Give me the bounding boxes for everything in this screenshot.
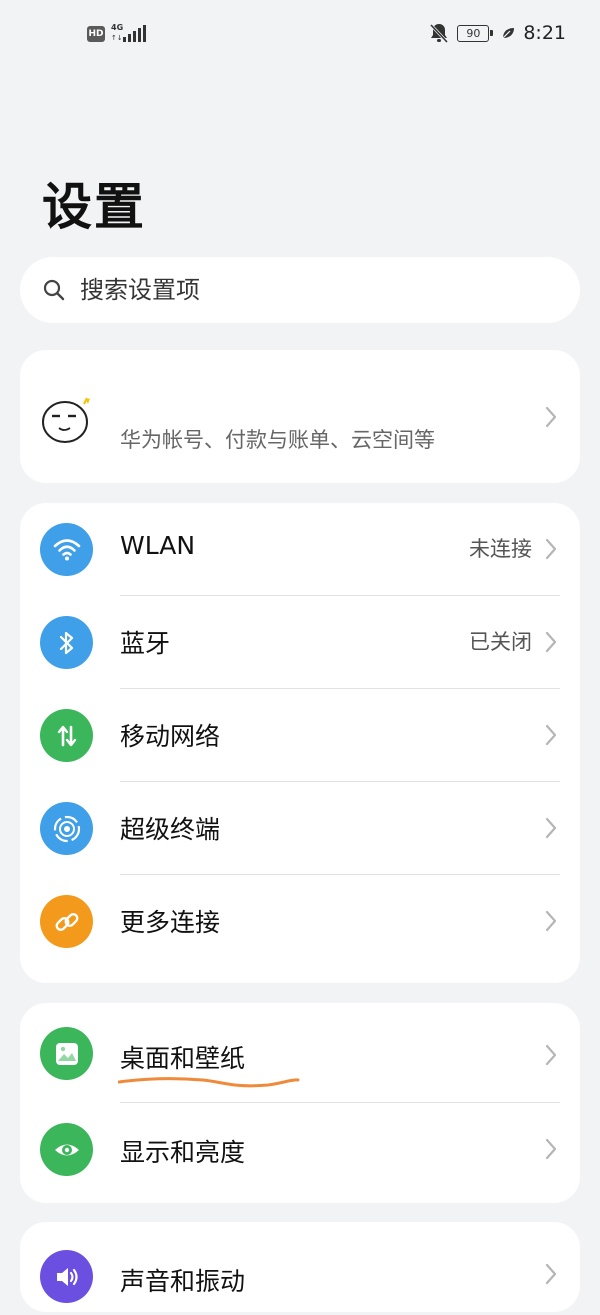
settings-item-super-device[interactable]: 超级终端 [20, 782, 580, 875]
search-bar[interactable] [20, 257, 580, 323]
chevron-right-icon [545, 910, 557, 932]
chevron-right-icon [545, 817, 557, 839]
home-wallpaper-label: 桌面和壁纸 [120, 1044, 246, 1073]
display-card: 桌面和壁纸 显示和亮度 [20, 1003, 580, 1203]
search-input[interactable] [78, 275, 522, 305]
network-type: 4G [111, 23, 124, 32]
eco-leaf-icon [502, 28, 515, 39]
wifi-icon [40, 523, 93, 576]
settings-item-mobile-network[interactable]: 移动网络 [20, 689, 580, 782]
account-description: 华为帐号、付款与账单、云空间等 [120, 428, 435, 452]
status-bar: HD 4G ↑↓ 90 8:21 [0, 0, 600, 70]
eye-icon [40, 1123, 93, 1176]
settings-item-display-brightness[interactable]: 显示和亮度 [20, 1103, 580, 1203]
page-title: 设置 [42, 178, 146, 236]
status-right: 90 8:21 [429, 22, 566, 44]
chevron-right-icon [545, 631, 557, 653]
annotation-underline [118, 1077, 300, 1088]
bluetooth-icon [40, 616, 93, 669]
link-icon [40, 895, 93, 948]
mute-icon [430, 23, 449, 44]
network-arrows: ↑↓ [111, 34, 123, 42]
signal-bars [123, 25, 146, 42]
mobile-data-icon [40, 709, 93, 762]
hd-icon: HD [87, 26, 105, 42]
chevron-right-icon [545, 538, 557, 560]
bluetooth-status: 已关闭 [469, 630, 532, 654]
display-brightness-label: 显示和亮度 [120, 1138, 246, 1167]
wlan-status: 未连接 [469, 537, 532, 561]
super-device-label: 超级终端 [120, 815, 221, 844]
signal-icon: 4G ↑↓ [111, 23, 146, 44]
avatar [42, 397, 90, 443]
bluetooth-label: 蓝牙 [120, 629, 171, 658]
chevron-right-icon [545, 1044, 557, 1066]
settings-item-wlan[interactable]: WLAN 未连接 [20, 503, 580, 596]
settings-item-more-connections[interactable]: 更多连接 [20, 875, 580, 968]
battery-icon: 90 [457, 24, 494, 42]
search-icon [43, 279, 65, 301]
chevron-right-icon [545, 724, 557, 746]
sound-vibration-label: 声音和振动 [120, 1267, 246, 1296]
settings-item-bluetooth[interactable]: 蓝牙 已关闭 [20, 596, 580, 689]
connections-card: WLAN 未连接 蓝牙 已关闭 移动网络 超级终端 更多连接 [20, 503, 580, 983]
settings-item-sound-vibration[interactable]: 声音和振动 [20, 1222, 580, 1315]
status-left: HD 4G ↑↓ [87, 23, 146, 44]
sound-card: 声音和振动 [20, 1222, 580, 1312]
wallpaper-icon [40, 1027, 93, 1080]
chevron-right-icon [545, 1263, 557, 1285]
account-card[interactable]: 华为帐号、付款与账单、云空间等 [20, 350, 580, 483]
chevron-right-icon [545, 406, 557, 428]
wlan-label: WLAN [120, 531, 196, 560]
more-connections-label: 更多连接 [120, 908, 221, 937]
mobile-network-label: 移动网络 [120, 722, 221, 751]
super-device-icon [40, 802, 93, 855]
clock: 8:21 [523, 22, 566, 44]
speaker-icon [40, 1250, 93, 1303]
chevron-right-icon [545, 1138, 557, 1160]
